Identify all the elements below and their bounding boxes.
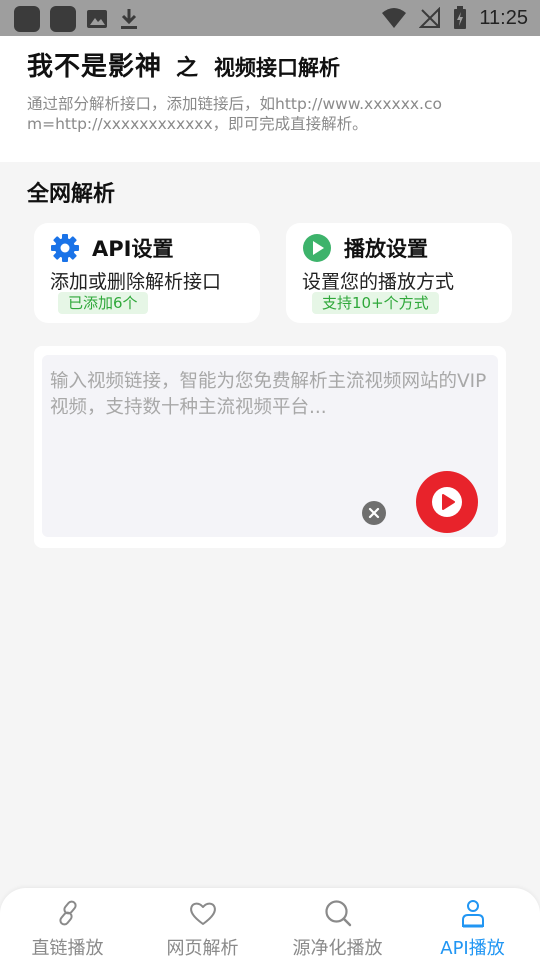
nav-label-web-parse: 网页解析 xyxy=(166,938,239,959)
title-connector: 之 xyxy=(176,56,199,81)
wifi-icon xyxy=(382,8,407,28)
person-icon xyxy=(461,900,484,928)
app-name: 我不是影神 xyxy=(27,52,163,82)
nav-label-direct-play: 直链播放 xyxy=(31,938,104,959)
nav-label-source-clean: 源净化播放 xyxy=(292,938,383,959)
search-icon xyxy=(324,900,351,927)
header-description: 通过部分解析接口，添加链接后，如http://www.xxxxxx.com=ht… xyxy=(27,95,442,133)
nav-item-api-play[interactable]: API播放 xyxy=(405,894,540,959)
parse-play-button[interactable] xyxy=(416,471,478,533)
play-methods-badge: 支持10+个方式 xyxy=(312,292,439,314)
play-settings-card[interactable]: 播放设置 设置您的播放方式 支持10+个方式 xyxy=(286,223,512,323)
gear-icon xyxy=(51,234,79,262)
api-card-header: API设置 xyxy=(50,233,173,263)
nav-item-web-parse[interactable]: 网页解析 xyxy=(135,894,270,959)
api-card-subtitle: 添加或删除解析接口 xyxy=(50,271,222,293)
title-row: 我不是影神 之 视频接口解析 xyxy=(27,46,340,83)
status-bar: 11:25 xyxy=(0,0,540,36)
play-circle-icon xyxy=(303,234,331,262)
nav-item-direct-play[interactable]: 直链播放 xyxy=(0,894,135,959)
video-link-input[interactable] xyxy=(48,367,496,451)
app-notification-icon xyxy=(14,6,40,32)
heart-icon xyxy=(189,902,216,925)
bottom-navigation: 直链播放 网页解析 源净化播放 API播放 xyxy=(0,888,540,960)
api-count-badge: 已添加6个 xyxy=(58,292,148,314)
clear-button[interactable] xyxy=(362,501,386,525)
link-icon xyxy=(58,900,77,926)
link-input-area xyxy=(42,355,498,537)
download-icon xyxy=(121,9,137,29)
play-icon xyxy=(432,487,462,517)
image-icon xyxy=(87,10,107,28)
api-card-title: API设置 xyxy=(92,237,174,261)
nav-label-api-play: API播放 xyxy=(440,938,505,959)
header: 我不是影神 之 视频接口解析 通过部分解析接口，添加链接后，如http://ww… xyxy=(0,36,540,162)
nav-item-source-clean[interactable]: 源净化播放 xyxy=(270,894,405,959)
app-notification-icon-2 xyxy=(50,6,76,32)
play-card-title: 播放设置 xyxy=(344,237,428,261)
play-card-subtitle: 设置您的播放方式 xyxy=(302,271,455,293)
play-card-header: 播放设置 xyxy=(302,233,428,263)
link-input-card xyxy=(34,346,506,548)
system-icons: 11:25 xyxy=(381,0,528,36)
close-icon xyxy=(368,507,380,519)
section-title: 全网解析 xyxy=(27,182,116,207)
clock: 11:25 xyxy=(479,6,528,29)
battery-icon xyxy=(454,6,467,29)
api-settings-card[interactable]: API设置 添加或删除解析接口 已添加6个 xyxy=(34,223,260,323)
notification-icons xyxy=(14,6,140,32)
page-subtitle: 视频接口解析 xyxy=(214,56,341,80)
no-signal-icon xyxy=(419,7,441,28)
